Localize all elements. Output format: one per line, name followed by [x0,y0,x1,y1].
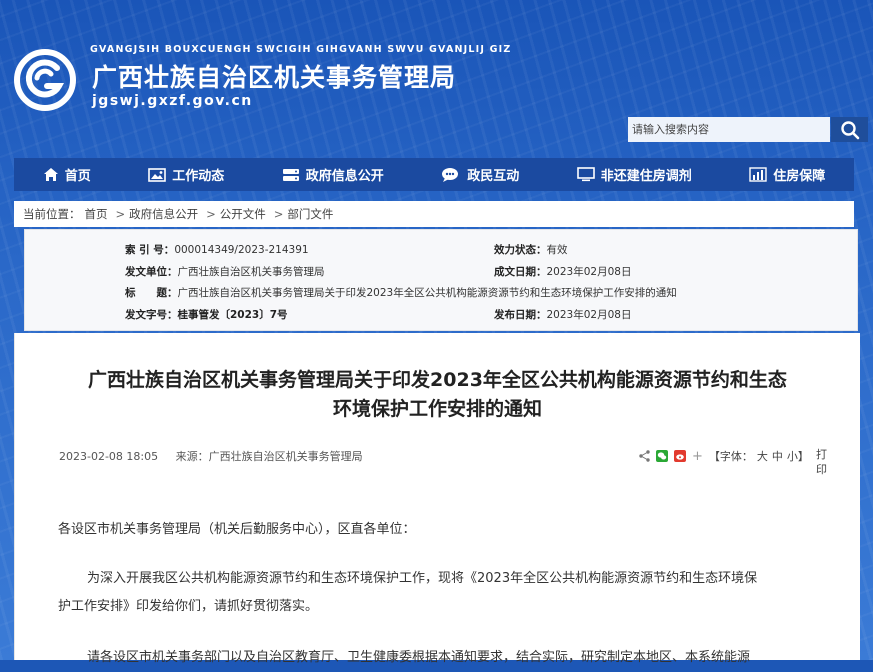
meta-created-date: 成文日期：2023年02月08日 [494,266,632,278]
font-size-label: 【字体： [708,450,753,463]
font-size-small[interactable]: 小】 [787,448,809,464]
breadcrumb-link-gov-info[interactable]: 政府信息公开 [129,206,198,222]
breadcrumb-separator: > [115,207,126,221]
nav-item-interaction[interactable]: 政民互动 [441,165,519,184]
site-header: GVANGJSIH BOUXCUENGH SWCIGIH GIHGVANH SW… [0,0,873,158]
monitor-icon [576,167,595,182]
nav-label: 住房保障 [773,169,826,184]
salutation: 各设区市机关事务管理局（机关后勤服务中心），区直各单位： [58,522,416,537]
article-source: 来源：广西壮族自治区机关事务管理局 [175,450,363,463]
search-box [628,117,868,142]
chat-icon [442,168,459,182]
search-icon [840,120,859,139]
main-nav: 首页 工作动态 政府信息公开 政民互动 非还建住房调剂 住房保障 [14,158,854,191]
breadcrumb-separator: > [273,207,284,221]
logo-icon[interactable] [13,48,77,112]
wechat-icon[interactable] [656,450,668,462]
nav-label: 工作动态 [172,169,225,184]
nav-item-housing-security[interactable]: 住房保障 [749,165,825,184]
meta-index: 索 引 号：000014349/2023-214391 [125,244,309,256]
nav-item-work-news[interactable]: 工作动态 [148,165,224,184]
article-tools: + 【字体： 大 中 小】 [639,448,809,464]
breadcrumb-link-home[interactable]: 首页 [85,206,108,222]
nav-label: 非还建住房调剂 [600,169,692,184]
paragraph: 为深入开展我区公共机构能源资源节约和生态环境保护工作，现将《2023年全区公共机… [58,571,758,614]
meta-issuer: 发文单位：广西壮族自治区机关事务管理局 [125,266,325,278]
site-name[interactable]: 广西壮族自治区机关事务管理局 [92,58,456,94]
site-domain: jgswj.gxzf.gov.cn [92,93,253,109]
font-size-large[interactable]: 大 [757,448,768,464]
breadcrumb-prefix: 当前位置： [23,207,81,221]
breadcrumb-separator: > [206,207,216,221]
meta-published-date: 发布日期：2023年02月08日 [494,309,632,321]
add-icon[interactable]: + [692,449,703,464]
weibo-icon[interactable] [674,450,686,462]
article-datetime: 2023-02-08 18:05 [59,450,159,463]
paragraph: 请各设区市机关事务部门以及自治区教育厅、卫生健康委根据本通知要求，结合实际，研究… [87,650,751,665]
breadcrumb-link-dept-files[interactable]: 部门文件 [287,206,333,222]
bar-chart-icon [749,167,767,182]
share-icon[interactable] [639,450,650,462]
meta-doc-number: 发文字号：桂事管发〔2023〕7号 [125,309,288,321]
search-input[interactable] [628,117,830,142]
article-info: 2023-02-08 18:05 来源：广西壮族自治区机关事务管理局 [59,448,377,464]
breadcrumb-link-public-files[interactable]: 公开文件 [220,206,266,222]
nav-item-housing-adjust[interactable]: 非还建住房调剂 [576,165,692,184]
font-size-medium[interactable]: 中 [772,448,783,464]
meta-validity: 效力状态：有效 [494,244,568,256]
database-icon [282,168,299,181]
image-icon [148,167,167,182]
nav-label: 政民互动 [467,169,520,184]
print-button[interactable]: 打印 [816,447,828,477]
nav-item-home[interactable]: 首页 [43,165,91,184]
nav-label: 首页 [64,169,91,184]
nav-label: 政府信息公开 [305,169,384,184]
home-icon [43,168,58,181]
meta-title: 标 题：广西壮族自治区机关事务管理局关于印发2023年全区公共机构能源资源节约和… [125,287,677,299]
article-content: 广西壮族自治区机关事务管理局关于印发2023年全区公共机构能源资源节约和生态 环… [14,333,860,665]
search-button[interactable] [831,117,868,142]
site-name-pinyin: GVANGJSIH BOUXCUENGH SWCIGIH GIHGVANH SW… [90,44,512,55]
breadcrumb: 当前位置： 首页 > 政府信息公开 > 公开文件 > 部门文件 [14,201,854,227]
nav-item-gov-info[interactable]: 政府信息公开 [282,165,384,184]
document-metadata: 索 引 号：000014349/2023-214391 效力状态：有效 发文单位… [24,229,858,331]
article-title: 广西壮族自治区机关事务管理局关于印发2023年全区公共机构能源资源节约和生态 环… [88,369,787,420]
